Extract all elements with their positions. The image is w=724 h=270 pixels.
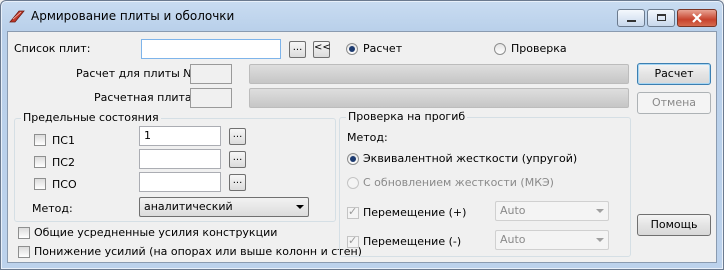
ps1-browse-button[interactable]: ... [229,128,246,145]
title-bar[interactable]: Армирование плиты и оболочки [1,1,723,31]
calc-for-plate-bar [249,64,629,84]
limit-method-label: Метод: [32,202,73,215]
plate-list-back-button[interactable]: << [313,41,331,58]
avg-forces-label[interactable]: Общие усредненные усилия конструкции [34,226,277,239]
ps2-checkbox[interactable] [34,156,46,168]
plate-list-input[interactable] [141,39,281,59]
method-update-radio[interactable] [347,177,359,189]
limit-states-title: Предельные состояния [21,111,161,124]
move-minus-value: Auto [500,233,526,246]
calc-button[interactable]: Расчет [637,63,711,85]
move-plus-value: Auto [500,204,526,217]
cancel-button[interactable]: Отмена [637,92,711,114]
pso-input[interactable] [139,172,221,192]
ps1-checkbox[interactable] [34,134,46,146]
reinforcement-app-icon [9,10,25,23]
deflection-title: Проверка на прогиб [346,110,468,123]
chevron-down-icon [296,205,304,209]
move-minus-checkbox[interactable] [347,234,359,248]
dialog-client-area: Список плит: ... << Расчет Проверка Расч… [7,31,717,263]
move-plus-select[interactable]: Auto [495,201,609,221]
reduce-forces-label[interactable]: Понижение усилий (на опорах или выше кол… [34,245,362,258]
move-minus-label[interactable]: Перемещение (-) [363,235,461,248]
mode-calc-label[interactable]: Расчет [363,42,402,55]
calc-for-plate-field [190,64,232,84]
method-equiv-label[interactable]: Эквивалентной жесткости (упругой) [363,152,577,165]
mode-check-radio[interactable] [494,43,506,55]
calc-for-plate-label: Расчет для плиты №: [76,67,199,80]
minimize-icon [627,20,636,22]
chevron-down-icon [596,238,604,242]
mode-check-label[interactable]: Проверка [511,42,567,55]
window-title: Армирование плиты и оболочки [31,9,235,23]
ps1-input[interactable]: 1 [139,126,221,146]
move-plus-checkbox[interactable] [347,205,359,219]
calc-plate-field [190,88,232,108]
calc-plate-bar [249,88,629,108]
pso-label[interactable]: ПСО [52,178,77,191]
maximize-button[interactable] [647,9,675,27]
calc-plate-label: Расчетная плита: [94,91,196,104]
maximize-icon [657,14,666,21]
deflection-method-label: Метод: [347,131,388,144]
close-button[interactable] [677,9,717,27]
ps2-browse-button[interactable]: ... [229,151,246,168]
ps2-label[interactable]: ПС2 [52,156,75,169]
move-minus-select[interactable]: Auto [495,230,609,250]
avg-forces-checkbox[interactable] [18,227,30,239]
help-button[interactable]: Помощь [637,214,711,236]
chevron-down-icon [596,209,604,213]
plate-list-browse-button[interactable]: ... [289,41,306,58]
ps2-input[interactable] [139,149,221,169]
limit-method-value: аналитический [144,200,233,213]
limit-method-select[interactable]: аналитический [139,197,309,217]
dialog-window: Армирование плиты и оболочки Список плит… [0,0,724,270]
reduce-forces-checkbox[interactable] [18,246,30,258]
minimize-button[interactable] [617,9,645,27]
move-plus-label[interactable]: Перемещение (+) [363,206,466,219]
method-update-label[interactable]: С обновлением жесткости (МКЭ) [363,176,554,189]
mode-calc-radio[interactable] [346,43,358,55]
ps1-label[interactable]: ПС1 [52,134,75,147]
pso-browse-button[interactable]: ... [229,174,246,191]
plate-list-label: Список плит: [14,42,91,55]
pso-checkbox[interactable] [34,178,46,190]
method-equiv-radio[interactable] [347,153,359,165]
close-icon [692,13,702,23]
